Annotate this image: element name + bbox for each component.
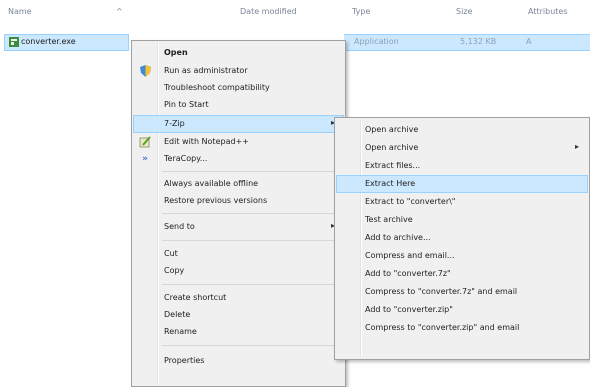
menu-item-label: Send to <box>164 222 195 231</box>
menu-item-label: Cut <box>164 249 178 258</box>
menu-item-label: Copy <box>164 266 185 275</box>
column-attributes[interactable]: Attributes <box>528 7 568 16</box>
menu-item-label: Compress to "converter.7z" and email <box>365 287 518 296</box>
menu-item-restore-versions[interactable]: Restore previous versions <box>134 193 343 209</box>
column-type[interactable]: Type <box>352 7 370 16</box>
context-menu: Open Run as administrator Troubleshoot c… <box>131 40 346 387</box>
menu-item-label: Add to archive... <box>365 233 431 242</box>
menu-item-open[interactable]: Open <box>134 45 343 61</box>
application-icon <box>9 37 19 47</box>
menu-item-label: Always available offline <box>164 179 259 188</box>
menu-item-7zip[interactable]: 7-Zip ▸ <box>133 115 344 133</box>
menu-item-copy[interactable]: Copy <box>134 263 343 279</box>
menu-separator <box>162 345 341 346</box>
menu-item-cut[interactable]: Cut <box>134 246 343 262</box>
menu-item-label: Test archive <box>365 215 413 224</box>
menu-item-delete[interactable]: Delete <box>134 307 343 323</box>
shield-icon <box>139 65 151 77</box>
menu-item-label: Add to "converter.7z" <box>365 269 451 278</box>
sort-up-icon: ^ <box>116 7 123 16</box>
menu-separator <box>162 213 341 214</box>
menu-item-label: Restore previous versions <box>164 196 268 205</box>
menu-item-label: Create shortcut <box>164 293 227 302</box>
menu-item-edit-notepad[interactable]: Edit with Notepad++ <box>134 134 343 150</box>
menu-separator <box>162 284 341 285</box>
menu-item-run-as-admin[interactable]: Run as administrator <box>134 63 343 79</box>
menu-item-rename[interactable]: Rename <box>134 324 343 340</box>
file-size: 5,132 KB <box>460 37 497 46</box>
column-name[interactable]: Name <box>8 7 32 16</box>
menu-item-send-to[interactable]: Send to ▸ <box>134 219 343 235</box>
file-type: Application <box>354 37 399 46</box>
menu-item-label: TeraCopy... <box>164 154 208 163</box>
menu-item-label: Open archive <box>365 125 419 134</box>
submenu-item-test-archive[interactable]: Test archive <box>337 212 587 228</box>
submenu-item-extract-here[interactable]: Extract Here <box>336 175 588 193</box>
submenu-item-extract-to[interactable]: Extract to "converter\" <box>337 194 587 210</box>
menu-item-label: Extract to "converter\" <box>365 197 456 206</box>
menu-item-troubleshoot[interactable]: Troubleshoot compatibility <box>134 80 343 96</box>
menu-item-label: Extract Here <box>365 179 416 188</box>
menu-item-label: Edit with Notepad++ <box>164 137 249 146</box>
chevron-right-icon: ▸ <box>574 142 579 151</box>
menu-item-label: Compress to "converter.zip" and email <box>365 323 520 332</box>
submenu-item-compress-email[interactable]: Compress and email... <box>337 248 587 264</box>
submenu-item-add-7z[interactable]: Add to "converter.7z" <box>337 266 587 282</box>
submenu-item-add-to-archive[interactable]: Add to archive... <box>337 230 587 246</box>
submenu-item-compress-7z-email[interactable]: Compress to "converter.7z" and email <box>337 284 587 300</box>
menu-item-label: Rename <box>164 327 197 336</box>
menu-item-pin-to-start[interactable]: Pin to Start <box>134 97 343 113</box>
menu-item-label: Troubleshoot compatibility <box>164 83 270 92</box>
menu-separator <box>162 240 341 241</box>
menu-item-properties[interactable]: Properties <box>134 353 343 369</box>
submenu-item-open-archive-more[interactable]: Open archive ▸ <box>337 140 587 156</box>
column-size[interactable]: Size <box>456 7 472 16</box>
file-name: converter.exe <box>21 37 76 46</box>
menu-item-label: Run as administrator <box>164 66 248 75</box>
submenu-item-add-zip[interactable]: Add to "converter.zip" <box>337 302 587 318</box>
menu-item-label: Compress and email... <box>365 251 455 260</box>
file-attributes: A <box>526 37 532 46</box>
menu-item-label: 7-Zip <box>164 119 185 128</box>
menu-item-label: Open archive <box>365 143 419 152</box>
menu-item-always-offline[interactable]: Always available offline <box>134 176 343 192</box>
menu-item-label: Pin to Start <box>164 100 209 109</box>
submenu-7zip: Open archive Open archive ▸ Extract file… <box>334 117 590 360</box>
menu-separator <box>162 171 341 172</box>
menu-item-teracopy[interactable]: » TeraCopy... <box>134 151 343 167</box>
teracopy-icon: » <box>142 154 148 164</box>
submenu-item-compress-zip-email[interactable]: Compress to "converter.zip" and email <box>337 320 587 336</box>
column-header: Name ^ Date modified Type Size Attribute… <box>0 0 590 22</box>
column-date-modified[interactable]: Date modified <box>240 7 297 16</box>
menu-item-label: Add to "converter.zip" <box>365 305 453 314</box>
submenu-item-extract-files[interactable]: Extract files... <box>337 158 587 174</box>
menu-item-label: Properties <box>164 356 205 365</box>
notepad-icon <box>139 136 151 148</box>
menu-item-label: Open <box>164 48 188 57</box>
menu-item-label: Extract files... <box>365 161 421 170</box>
menu-item-label: Delete <box>164 310 191 319</box>
menu-item-create-shortcut[interactable]: Create shortcut <box>134 290 343 306</box>
submenu-item-open-archive[interactable]: Open archive <box>337 122 587 138</box>
